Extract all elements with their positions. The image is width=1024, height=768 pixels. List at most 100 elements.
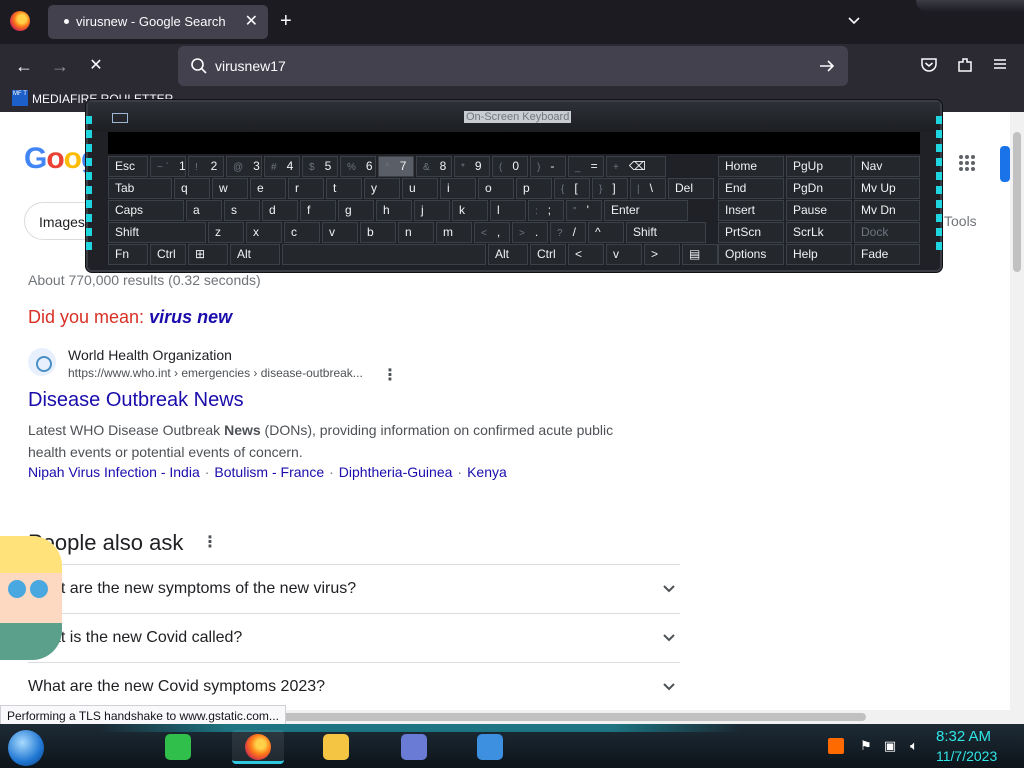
key-scrlk[interactable]: ScrLk <box>786 222 852 243</box>
key-c[interactable]: c <box>284 222 320 243</box>
key-help[interactable]: Help <box>786 244 852 265</box>
key-tab[interactable]: Tab <box>108 178 172 199</box>
clock-date[interactable]: 11/7/2023 <box>936 748 997 764</box>
paa-question[interactable]: What is the new Covid called? <box>28 613 680 662</box>
flag-icon[interactable]: ⚑ <box>858 738 874 754</box>
more-options-icon[interactable]: ⋮ <box>382 365 398 385</box>
firefox-logo-icon[interactable] <box>10 11 30 31</box>
key-i[interactable]: i <box>440 178 476 199</box>
key-h[interactable]: h <box>376 200 412 221</box>
key-t[interactable]: t <box>326 178 362 199</box>
key-e[interactable]: e <box>250 178 286 199</box>
paa-question[interactable]: What are the new symptoms of the new vir… <box>28 564 680 613</box>
key-symbol[interactable]: " ' <box>566 200 602 221</box>
volume-icon[interactable]: 🔈︎ <box>906 738 922 754</box>
key-9[interactable]: * 9 <box>454 156 490 177</box>
key-l[interactable]: l <box>490 200 526 221</box>
sitelink[interactable]: Diphtheria-Guinea <box>339 464 453 480</box>
key-pgdn[interactable]: PgDn <box>786 178 852 199</box>
result-title-link[interactable]: Disease Outbreak News <box>28 389 244 412</box>
taskbar-app-firefox[interactable] <box>232 730 284 764</box>
key-symbol[interactable]: + ⌫ <box>606 156 666 177</box>
key-k[interactable]: k <box>452 200 488 221</box>
key-options[interactable]: Options <box>718 244 784 265</box>
taskbar-app-window[interactable] <box>388 730 440 764</box>
key-pause[interactable]: Pause <box>786 200 852 221</box>
key-b[interactable]: b <box>360 222 396 243</box>
key-symbol[interactable]: }] <box>592 178 628 199</box>
key-caps[interactable]: Caps <box>108 200 184 221</box>
key-symbol[interactable]: ⊞ <box>188 244 228 265</box>
key-symbol[interactable]: _ = <box>568 156 604 177</box>
key-ctrl[interactable]: Ctrl <box>150 244 186 265</box>
result-site-name[interactable]: World Health Organization <box>68 347 232 363</box>
key-7[interactable]: ^ 7 <box>378 156 414 177</box>
key-o[interactable]: o <box>478 178 514 199</box>
key-insert[interactable]: Insert <box>718 200 784 221</box>
vertical-scrollbar[interactable] <box>1010 112 1024 710</box>
key-w[interactable]: w <box>212 178 248 199</box>
key-del[interactable]: Del <box>668 178 714 199</box>
key-4[interactable]: #4 <box>264 156 300 177</box>
key-space[interactable] <box>282 244 486 265</box>
key-m[interactable]: m <box>436 222 472 243</box>
taskbar-app-file-explorer[interactable] <box>310 730 362 764</box>
key-v[interactable]: v <box>322 222 358 243</box>
key-x[interactable]: x <box>246 222 282 243</box>
key-pgup[interactable]: PgUp <box>786 156 852 177</box>
url-input[interactable]: virusnew17 <box>215 58 286 74</box>
key-end[interactable]: End <box>718 178 784 199</box>
key-n[interactable]: n <box>398 222 434 243</box>
key-symbol[interactable]: < <box>568 244 604 265</box>
key-1[interactable]: ~ ` 1 <box>150 156 186 177</box>
key-symbol[interactable]: {[ <box>554 178 590 199</box>
key-symbol[interactable]: <, <box>474 222 510 243</box>
taskbar-app-notes[interactable] <box>152 730 204 764</box>
key-a[interactable]: a <box>186 200 222 221</box>
key-3[interactable]: @3 <box>226 156 262 177</box>
key-home[interactable]: Home <box>718 156 784 177</box>
key-symbol[interactable]: | \ <box>630 178 666 199</box>
key-nav[interactable]: Nav <box>854 156 920 177</box>
key-symbol[interactable]: >. <box>512 222 548 243</box>
key-d[interactable]: d <box>262 200 298 221</box>
tab-google-search[interactable]: virusnew - Google Search ✕ <box>48 5 268 39</box>
did-you-mean-link[interactable]: virus new <box>149 307 232 327</box>
hamburger-menu-icon[interactable] <box>992 56 1008 72</box>
back-button[interactable]: ← <box>12 54 36 78</box>
key-f[interactable]: f <box>300 200 336 221</box>
google-apps-icon[interactable] <box>958 154 976 172</box>
key-alt[interactable]: Alt <box>230 244 280 265</box>
key-r[interactable]: r <box>288 178 324 199</box>
key-mvup[interactable]: Mv Up <box>854 178 920 199</box>
chevron-down-icon[interactable] <box>846 12 862 28</box>
key-symbol[interactable]: ? / <box>550 222 586 243</box>
key-mvdn[interactable]: Mv Dn <box>854 200 920 221</box>
keyboard-title-bar[interactable]: On-Screen Keyboard <box>88 102 940 132</box>
key-fn[interactable]: Fn <box>108 244 148 265</box>
new-tab-button[interactable]: + <box>280 9 292 33</box>
key-5[interactable]: $5 <box>302 156 338 177</box>
key-s[interactable]: s <box>224 200 260 221</box>
key-p[interactable]: p <box>516 178 552 199</box>
key-symbol[interactable]: > <box>644 244 680 265</box>
key-shift[interactable]: Shift <box>626 222 706 243</box>
key-dock[interactable]: Dock <box>854 222 920 243</box>
key-y[interactable]: y <box>364 178 400 199</box>
key-symbol[interactable]: ▤ <box>682 244 718 265</box>
key-8[interactable]: & 8 <box>416 156 452 177</box>
key-symbol[interactable]: :; <box>528 200 564 221</box>
sitelink[interactable]: Nipah Virus Infection - India <box>28 464 200 480</box>
key-symbol[interactable]: ) - <box>530 156 566 177</box>
key-alt[interactable]: Alt <box>488 244 528 265</box>
pocket-icon[interactable] <box>920 56 938 74</box>
key-2[interactable]: ! 2 <box>188 156 224 177</box>
tray-app-icon[interactable] <box>828 738 844 754</box>
sitelink[interactable]: Kenya <box>467 464 507 480</box>
result-url[interactable]: https://www.who.int › emergencies › dise… <box>68 366 363 380</box>
arrow-right-icon[interactable] <box>816 55 838 77</box>
extensions-icon[interactable] <box>956 56 974 74</box>
key-v[interactable]: v <box>606 244 642 265</box>
key-z[interactable]: z <box>208 222 244 243</box>
sign-in-button[interactable] <box>1000 146 1010 182</box>
